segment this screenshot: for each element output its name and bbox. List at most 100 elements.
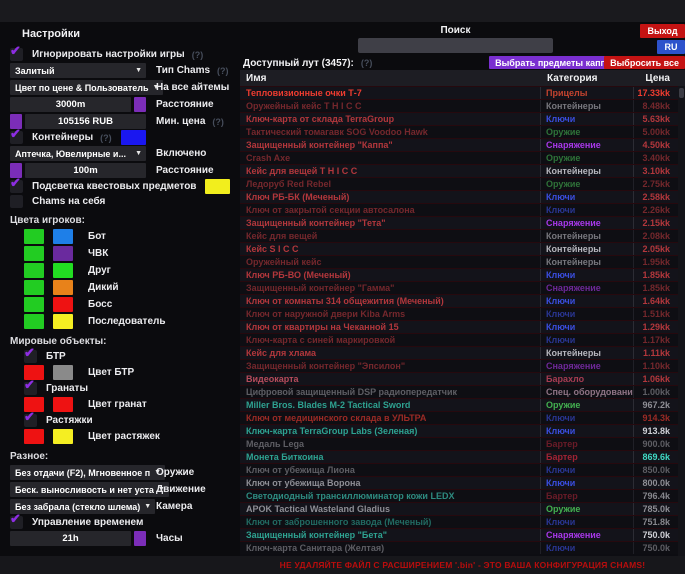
text-input[interactable]: 3000m — [10, 97, 131, 112]
table-row[interactable]: Ключ от комнаты 314 общежития (Меченый)К… — [240, 294, 685, 307]
select-kappa-button[interactable]: Выбрать предметы каппа — [489, 56, 617, 69]
color-swatch[interactable] — [24, 263, 44, 278]
dropdown-box[interactable]: Залитый▼ — [10, 63, 146, 78]
checkbox[interactable]: ✔ — [10, 516, 23, 529]
table-row[interactable]: Кейс для вещей T H I C CКонтейнеры3.10kk — [240, 164, 685, 177]
item-category: Спец. оборудование — [540, 386, 633, 398]
settings-row: ✔Гранаты — [10, 382, 236, 395]
table-row[interactable]: Ключ-карта Санитара (Желтая)Ключи750.0k — [240, 541, 685, 554]
checkbox[interactable] — [10, 195, 23, 208]
color-swatch[interactable] — [53, 397, 73, 412]
dropdown[interactable]: Цвет по цене & Пользователь▼ — [10, 80, 146, 95]
color-swatch[interactable] — [53, 365, 73, 380]
dropdown[interactable]: Залитый▼ — [10, 63, 146, 78]
table-row[interactable]: Ключ-карта от склада TerraGroupКлючи5.63… — [240, 112, 685, 125]
table-row[interactable]: Ледоруб Red RebelОружие2.75kk — [240, 177, 685, 190]
dropdown[interactable]: Без забрала (стекло шлема)▼ — [10, 499, 146, 514]
item-name: Ключ-карта TerraGroup Labs (Зеленая) — [240, 426, 540, 436]
search-input[interactable] — [358, 38, 553, 53]
checkbox[interactable]: ✔ — [24, 414, 37, 427]
text-input[interactable]: 100m — [25, 163, 146, 178]
color-swatch[interactable] — [24, 297, 44, 312]
table-row[interactable]: Ключ от закрытой секции автосалонаКлючи2… — [240, 203, 685, 216]
table-row[interactable]: Кейс для вещейКонтейнеры2.08kk — [240, 229, 685, 242]
scrollbar-thumb[interactable] — [679, 88, 684, 98]
dropdown[interactable]: Без отдачи (F2), Мгновенное п▼ — [10, 465, 146, 480]
table-row[interactable]: Ключ от медицинского склада в УЛЬТРАКлюч… — [240, 411, 685, 424]
text-input[interactable]: 21h — [10, 531, 131, 546]
table-row[interactable]: ВидеокартаБарахло1.06kk — [240, 372, 685, 385]
table-row[interactable]: Miller Bros. Blades M-2 Tactical SwordОр… — [240, 398, 685, 411]
dropdown-box[interactable]: Без отдачи (F2), Мгновенное п▼ — [10, 465, 165, 480]
table-row[interactable]: Crash AxeОружие3.40kk — [240, 151, 685, 164]
table-row[interactable]: Ключ-карта с синей маркировкойКлючи1.17k… — [240, 333, 685, 346]
table-row[interactable]: Тактический томагавк SOG Voodoo HawkОруж… — [240, 125, 685, 138]
table-row[interactable]: Кейс для хламаКонтейнеры1.11kk — [240, 346, 685, 359]
color-swatch[interactable] — [53, 246, 73, 261]
item-price: 914.3k — [633, 412, 672, 424]
table-row[interactable]: Кейс S I C CКонтейнеры2.05kk — [240, 242, 685, 255]
table-row[interactable]: Оружейный кейс T H I C CКонтейнеры8.48kk — [240, 99, 685, 112]
color-swatch[interactable] — [24, 246, 44, 261]
checkbox[interactable]: ✔ — [24, 382, 37, 395]
table-row[interactable]: Ключ от убежища ВоронаКлючи800.0k — [240, 476, 685, 489]
drop-all-button[interactable]: Выбросить все — [604, 56, 685, 69]
color-swatch[interactable] — [53, 297, 73, 312]
table-row[interactable]: Ключ РБ-ВО (Меченый)Ключи1.85kk — [240, 268, 685, 281]
column-price[interactable]: Цена — [634, 73, 676, 84]
color-swatch[interactable] — [134, 531, 146, 546]
table-scrollbar[interactable] — [678, 86, 685, 556]
table-row[interactable]: Светодиодный трансиллюминатор кожи LEDXБ… — [240, 489, 685, 502]
dropdown-box[interactable]: Беск. выносливость и нет уста▼ — [10, 482, 169, 497]
color-swatch[interactable] — [24, 280, 44, 295]
table-row[interactable]: Защищенный контейнер "Эпсилон"Снаряжение… — [240, 359, 685, 372]
column-category[interactable]: Категория — [542, 73, 634, 84]
dropdown[interactable]: Аптечка, Ювелирные и...▼ — [10, 146, 146, 161]
column-name[interactable]: Имя — [240, 73, 542, 84]
table-row[interactable]: APOK Tactical Wasteland GladiusОружие785… — [240, 502, 685, 515]
color-swatch[interactable] — [205, 179, 230, 194]
table-row[interactable]: Цифровой защищенный DSP радиопередатчикС… — [240, 385, 685, 398]
dropdown-box[interactable]: Аптечка, Ювелирные и...▼ — [10, 146, 146, 161]
checkbox[interactable]: ✔ — [10, 131, 23, 144]
language-button[interactable]: RU — [657, 40, 685, 54]
item-name: Защищенный контейнер "Гамма" — [240, 283, 540, 293]
table-row[interactable]: Ключ от заброшенного завода (Меченый)Клю… — [240, 515, 685, 528]
table-row[interactable]: Тепловизионные очки Т-7Прицелы17.33kk — [240, 87, 685, 99]
table-row[interactable]: Защищенный контейнер "Гамма"Снаряжение1.… — [240, 281, 685, 294]
color-swatch[interactable] — [24, 429, 44, 444]
exit-button[interactable]: Выход — [640, 24, 685, 38]
table-row[interactable]: Ключ от квартиры на Чеканной 15Ключи1.29… — [240, 320, 685, 333]
color-swatch[interactable] — [53, 280, 73, 295]
search-label: Поиск — [358, 25, 553, 36]
color-swatch[interactable] — [24, 314, 44, 329]
table-row[interactable]: Ключ от наружной двери Kiba ArmsКлючи1.5… — [240, 307, 685, 320]
color-swatch[interactable] — [24, 229, 44, 244]
table-row[interactable]: Защищенный контейнер "Тета"Снаряжение2.1… — [240, 216, 685, 229]
color-swatch[interactable] — [53, 229, 73, 244]
color-swatch[interactable] — [53, 263, 73, 278]
table-row[interactable]: Ключ от убежища ЛионаКлючи850.0k — [240, 463, 685, 476]
table-row[interactable]: Оружейный кейсКонтейнеры1.95kk — [240, 255, 685, 268]
color-swatch[interactable] — [121, 130, 146, 145]
color-swatch[interactable] — [134, 97, 146, 112]
text-input[interactable]: 105156 RUB — [25, 114, 146, 129]
item-category: Снаряжение — [540, 360, 633, 372]
checkbox[interactable]: ✔ — [24, 350, 37, 363]
table-row[interactable]: Защищенный контейнер "Бета"Снаряжение750… — [240, 528, 685, 541]
dropdown-box[interactable]: Цвет по цене & Пользователь▼ — [10, 80, 163, 95]
checkbox[interactable]: ✔ — [10, 48, 23, 61]
item-name: Кейс S I C C — [240, 244, 540, 254]
color-swatch[interactable] — [53, 429, 73, 444]
dropdown-box[interactable]: Без забрала (стекло шлема)▼ — [10, 499, 155, 514]
item-name: Медаль Lega — [240, 439, 540, 449]
table-row[interactable]: Ключ РБ-БК (Меченый)Ключи2.58kk — [240, 190, 685, 203]
table-row[interactable]: Медаль LegaБартер900.0k — [240, 437, 685, 450]
checkbox[interactable]: ✔ — [10, 180, 23, 193]
table-row[interactable]: Ключ-карта TerraGroup Labs (Зеленая)Ключ… — [240, 424, 685, 437]
color-swatch[interactable] — [53, 314, 73, 329]
dropdown[interactable]: Беск. выносливость и нет уста▼ — [10, 482, 146, 497]
table-row[interactable]: Монета БиткоинаБартер869.6k — [240, 450, 685, 463]
table-row[interactable]: Защищенный контейнер "Каппа"Снаряжение4.… — [240, 138, 685, 151]
item-category: Контейнеры — [540, 256, 633, 268]
